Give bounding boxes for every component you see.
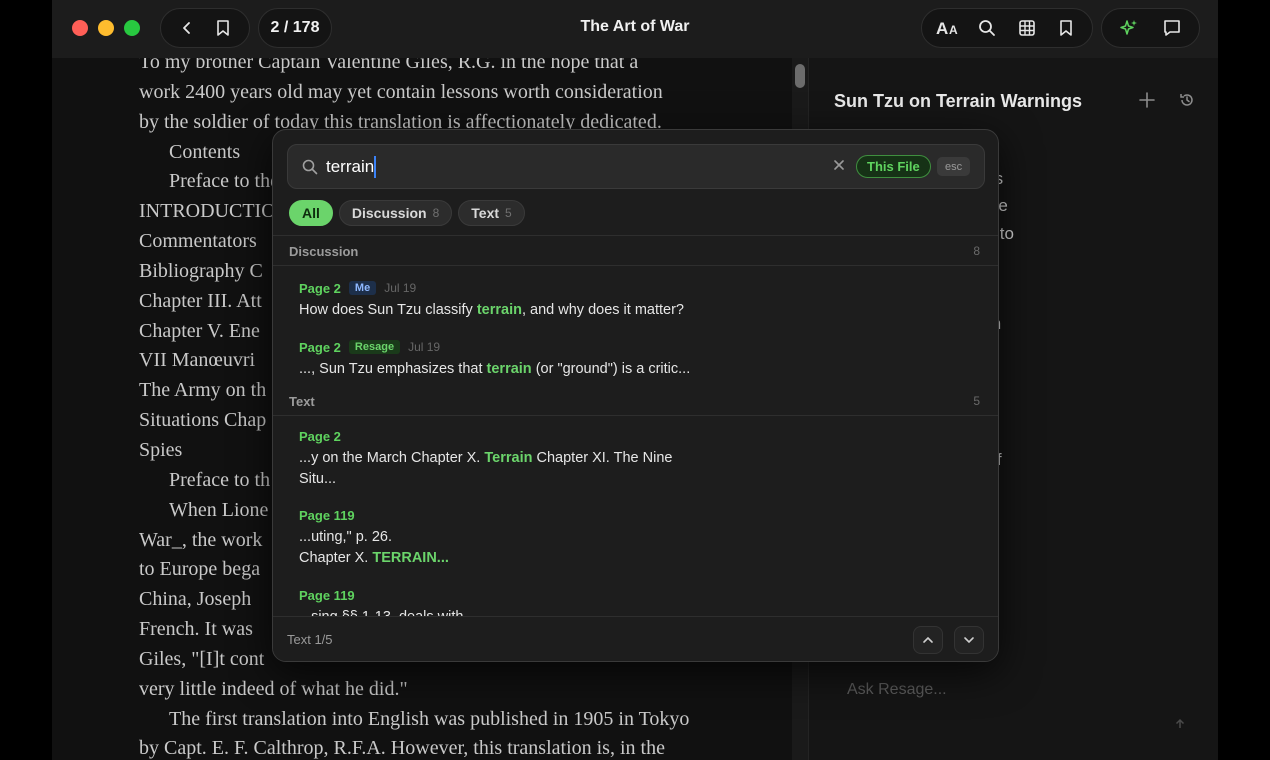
scope-this-file-chip[interactable]: This File (856, 155, 931, 178)
search-dialog: This File esc All Discussion 8 Text 5 Di… (272, 129, 999, 662)
app-window: 2 / 178 The Art of War AA To my brother … (52, 0, 1218, 760)
chat-button[interactable] (1158, 14, 1186, 42)
next-match-button[interactable] (954, 626, 984, 654)
sparkle-icon (1120, 20, 1138, 35)
result-snippet: ...uting," p. 26. Chapter X. TERRAIN... (299, 529, 449, 566)
search-box[interactable]: This File esc (287, 144, 985, 189)
result-page: Page 2 (299, 339, 341, 355)
panel-title: Sun Tzu on Terrain Warnings (834, 91, 1083, 111)
search-footer: Text 1/5 (273, 616, 998, 661)
nav-group (160, 8, 250, 48)
toolbar-group: AA (921, 8, 1093, 48)
discussion-result[interactable]: Page 2 Resage Jul 19 ..., Sun Tzu emphas… (299, 338, 969, 380)
book-line: work 2400 years old may yet contain less… (139, 80, 663, 103)
clear-search-button[interactable] (834, 157, 844, 175)
divider (273, 415, 998, 416)
search-icon (302, 159, 318, 180)
filter-chips: All Discussion 8 Text 5 (289, 200, 525, 226)
divider (273, 265, 998, 266)
filter-label: Discussion (351, 205, 427, 221)
author-badge: Resage (348, 340, 401, 354)
result-date: Jul 19 (408, 340, 441, 354)
search-input[interactable] (326, 156, 786, 178)
top-bar: 2 / 178 The Art of War AA (52, 0, 1218, 58)
text-count: 5 (973, 394, 980, 408)
grid-icon (1018, 20, 1035, 36)
search-button[interactable] (973, 14, 1001, 42)
new-chat-button[interactable] (1139, 88, 1155, 114)
book-scrollbar-thumb[interactable] (795, 64, 805, 88)
history-icon (1180, 94, 1193, 106)
arrow-up-icon (1175, 718, 1185, 728)
back-button[interactable] (173, 14, 201, 42)
result-snippet: ..., Sun Tzu emphasizes that terrain (or… (299, 361, 691, 377)
discussion-result[interactable]: Page 2 Me Jul 19 How does Sun Tzu classi… (299, 279, 969, 321)
result-date: Jul 19 (384, 281, 417, 295)
svg-text:A: A (949, 23, 958, 37)
filter-label: Text (471, 205, 500, 221)
result-page: Page 2 (299, 428, 341, 444)
chevron-up-icon (923, 636, 933, 643)
assistant-group (1101, 8, 1200, 48)
filter-text[interactable]: Text 5 (458, 200, 525, 226)
result-page: Page 119 (299, 587, 355, 603)
zoom-window-button[interactable] (124, 20, 140, 36)
text-caret (374, 156, 376, 178)
close-window-button[interactable] (72, 20, 88, 36)
filter-count: 8 (432, 206, 440, 220)
filter-all[interactable]: All (289, 200, 333, 226)
page-indicator[interactable]: 2 / 178 (258, 8, 332, 48)
result-page: Page 2 (299, 280, 341, 296)
author-badge: Me (348, 281, 377, 295)
chevron-down-icon (964, 637, 974, 644)
plus-icon (1139, 92, 1155, 108)
divider (273, 235, 998, 236)
bookmarks-list-button[interactable] (1052, 14, 1080, 42)
history-button[interactable] (1179, 92, 1195, 113)
text-section-header: Text (289, 394, 315, 409)
book-line: The first translation into English was p… (139, 707, 690, 730)
document-title: The Art of War (580, 18, 690, 35)
result-snippet: How does Sun Tzu classify terrain, and w… (299, 302, 684, 318)
svg-text:A: A (936, 19, 948, 37)
result-page: Page 119 (299, 507, 355, 523)
text-size-icon: AA (936, 19, 958, 37)
text-size-button[interactable]: AA (934, 14, 962, 42)
match-status: Text 1/5 (287, 632, 333, 647)
send-button[interactable] (1174, 718, 1186, 733)
ask-input[interactable]: Ask Resage... (847, 681, 947, 699)
filter-discussion[interactable]: Discussion 8 (338, 200, 453, 226)
book-line: by Capt. E. F. Calthrop, R.F.A. However,… (139, 737, 665, 760)
book-line: very little indeed of what he did." (139, 677, 408, 700)
book-line: To my brother Captain Valentine Giles, R… (139, 58, 639, 73)
previous-match-button[interactable] (913, 626, 943, 654)
bookmark-icon (1060, 20, 1073, 36)
discussion-count: 8 (973, 244, 980, 258)
bookmark-button[interactable] (209, 14, 237, 42)
ai-button[interactable] (1115, 14, 1143, 42)
discussion-section-header: Discussion (289, 244, 359, 259)
chevron-left-icon (183, 22, 190, 34)
filter-label: All (302, 205, 320, 221)
filter-count: 5 (505, 206, 512, 220)
esc-key-hint[interactable]: esc (937, 157, 971, 176)
minimize-window-button[interactable] (98, 20, 114, 36)
bookmark-icon (217, 20, 229, 36)
chat-icon (1163, 20, 1180, 36)
search-icon (979, 20, 996, 36)
result-snippet: ...y on the March Chapter X. Terrain Cha… (299, 450, 673, 487)
grid-view-button[interactable] (1013, 14, 1041, 42)
close-icon (834, 160, 844, 170)
text-result[interactable]: Page 119 ...uting," p. 26. Chapter X. TER… (299, 506, 969, 569)
text-result[interactable]: Page 2 ...y on the March Chapter X. Terr… (299, 427, 969, 490)
